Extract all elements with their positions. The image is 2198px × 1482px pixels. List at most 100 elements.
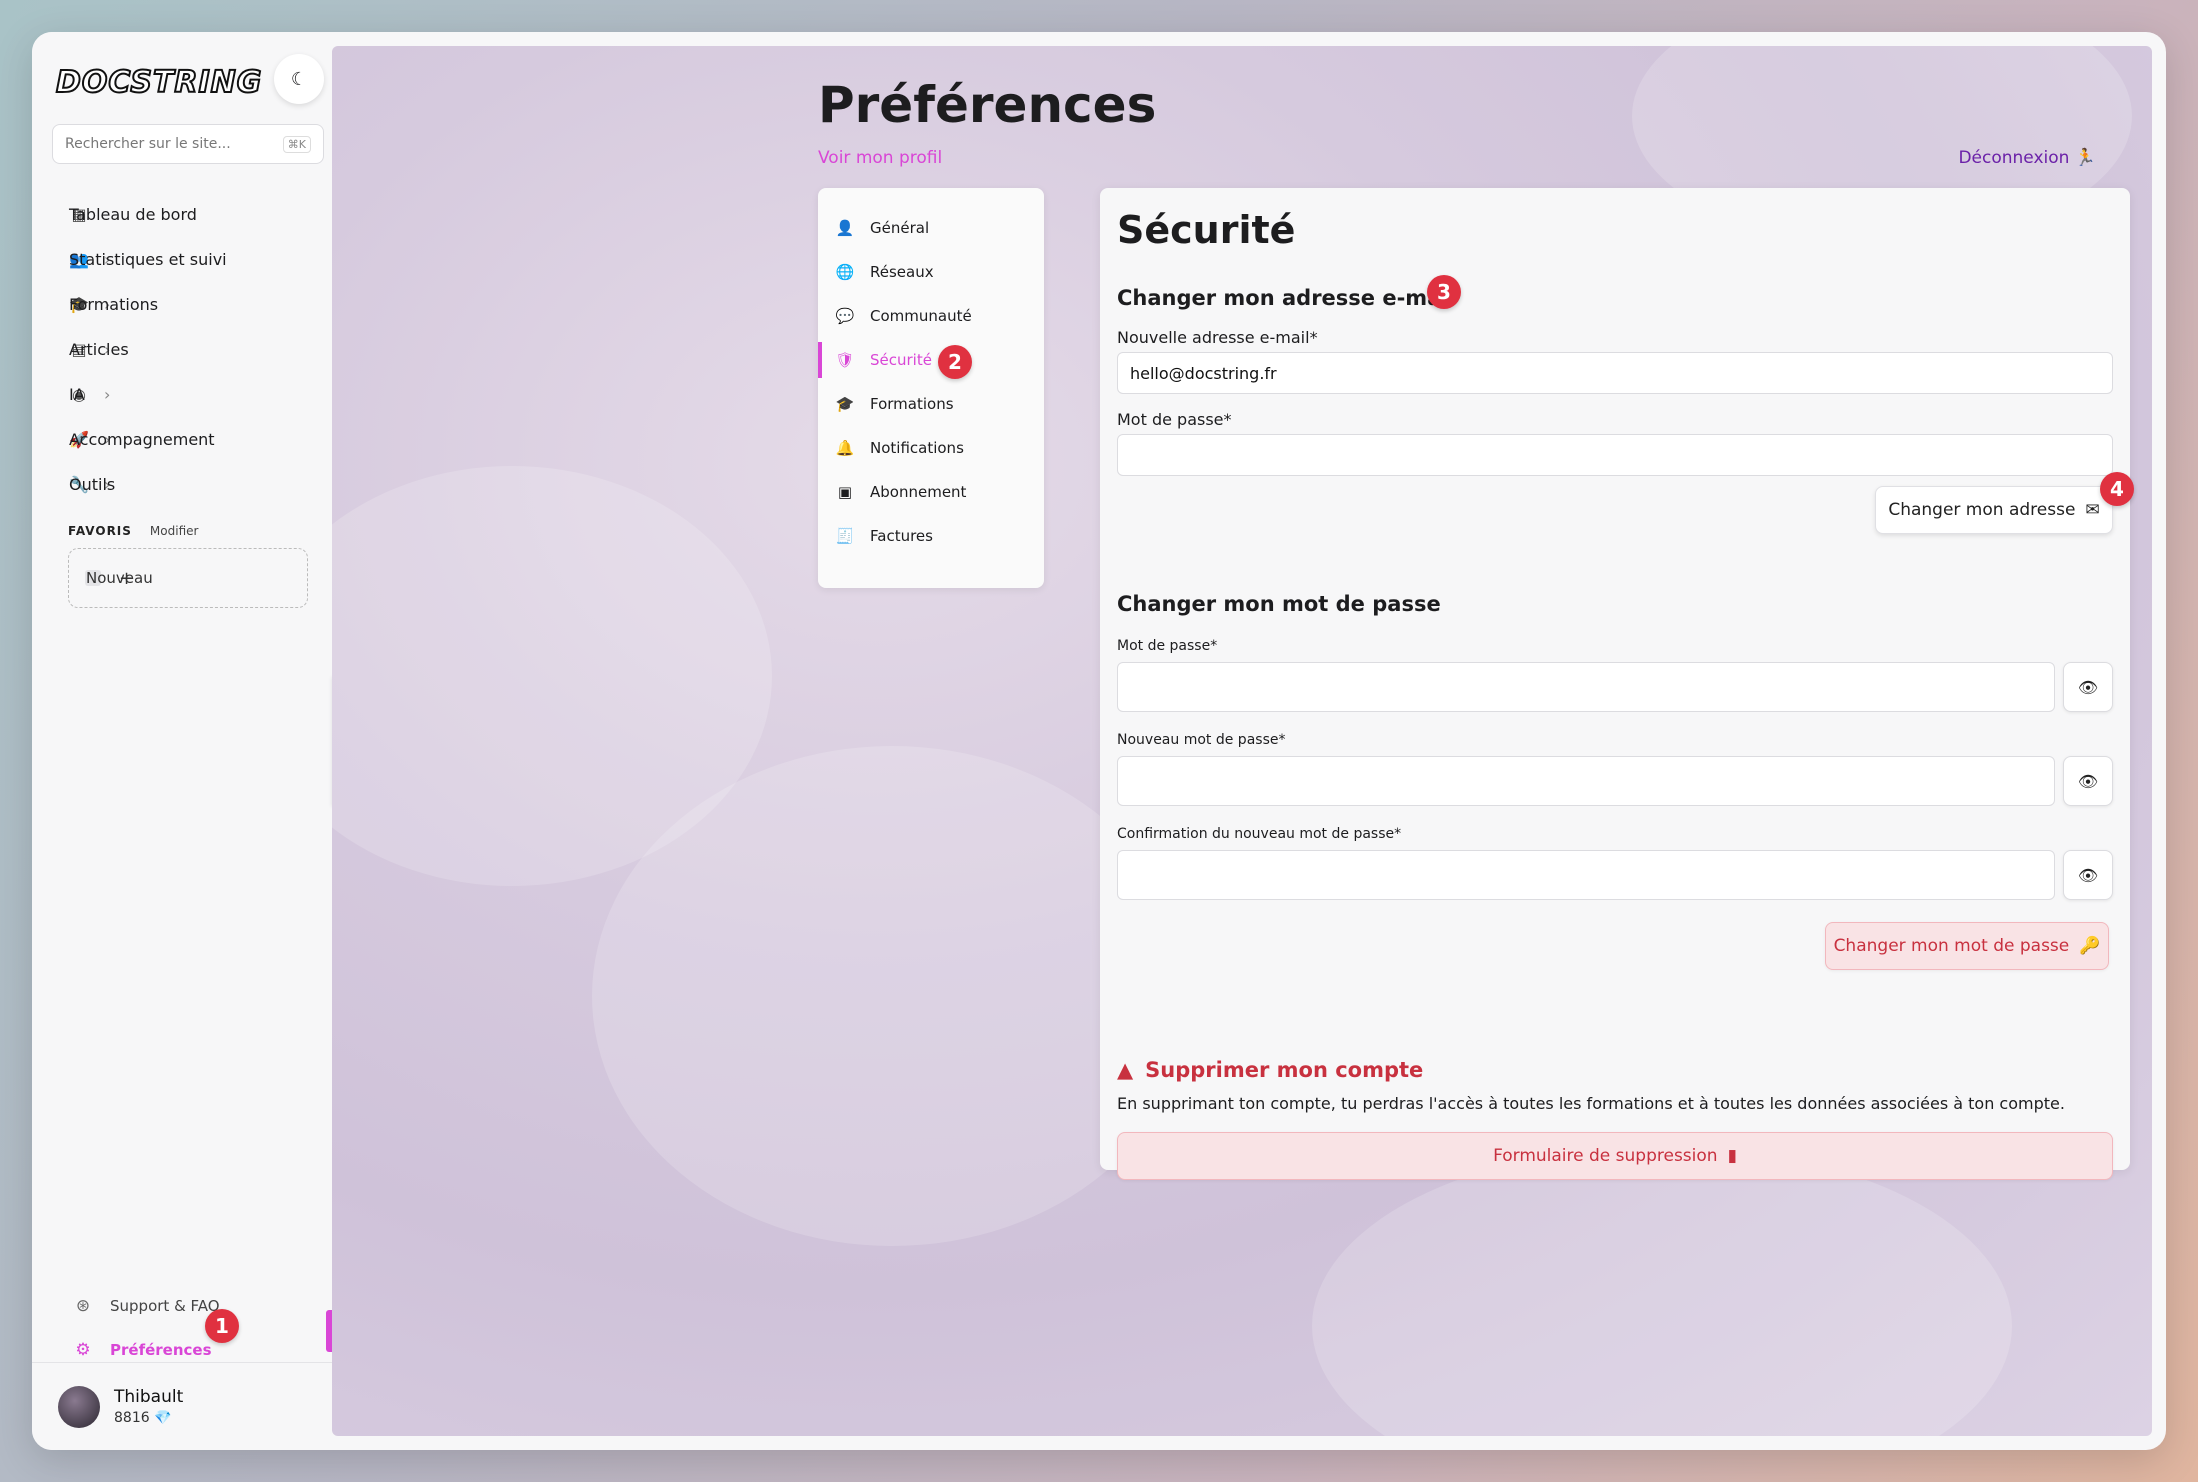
sidebar-item-label: Support & FAQ	[110, 1297, 220, 1315]
change-password-label: Changer mon mot de passe	[1833, 936, 2070, 956]
tab-label: Général	[870, 219, 930, 237]
sidebar-item-stats[interactable]: 👥 Statistiques et suivi ›	[52, 237, 324, 282]
file-delete-icon: ▮	[1727, 1146, 1737, 1166]
annotation-badge-1: 1	[205, 1309, 239, 1343]
current-password-field[interactable]	[1117, 662, 2055, 712]
tab-label: Communauté	[870, 307, 972, 325]
logout-link[interactable]: Déconnexion 🏃	[1958, 148, 2096, 168]
favorites-new-button[interactable]: Nouveau +	[68, 548, 308, 608]
sidebar-item-label: Outils	[69, 475, 116, 494]
gear-icon: ⚙	[75, 1340, 91, 1360]
email-password-field[interactable]	[1117, 434, 2113, 476]
view-profile-link[interactable]: Voir mon profil	[818, 148, 942, 168]
preferences-menu: 👤 Général 🌐 Réseaux 💬 Communauté 🛡 Sécur…	[818, 188, 1044, 588]
background-cloud	[1312, 1146, 2012, 1436]
eye-icon: 👁	[2077, 771, 2099, 791]
new-email-field[interactable]	[1117, 352, 2113, 394]
page-title: Préférences	[818, 76, 1157, 134]
tab-label: Notifications	[870, 439, 964, 457]
sidebar-item-label: IA	[69, 385, 85, 404]
invoice-icon: 🧾	[835, 527, 855, 545]
sidebar-item-label: Tableau de bord	[69, 205, 197, 224]
new-password-label: Nouveau mot de passe*	[1117, 732, 1286, 748]
favorites-header: FAVORIS Modifier	[68, 524, 198, 538]
sidebar-item-articles[interactable]: ▤ Articles ›	[52, 327, 324, 372]
tab-abonnement[interactable]: ▣ Abonnement	[818, 470, 1044, 514]
sidebar-item-dashboard[interactable]: ▦ Tableau de bord	[52, 192, 324, 237]
avatar	[58, 1385, 100, 1428]
shield-icon: 🛡	[835, 351, 855, 369]
tab-general[interactable]: 👤 Général	[818, 206, 1044, 250]
tab-securite[interactable]: 🛡 Sécurité	[818, 338, 1044, 382]
sidebar-item-label: Articles	[69, 340, 129, 359]
toggle-visibility-button[interactable]: 👁	[2063, 662, 2113, 712]
search-input[interactable]	[65, 136, 283, 152]
tab-label: Formations	[870, 395, 954, 413]
gem-icon: 💎	[154, 1410, 172, 1426]
sidebar-nav: ▦ Tableau de bord 👥 Statistiques et suiv…	[52, 192, 324, 507]
sidebar-item-formations[interactable]: 🎓 Formations ›	[52, 282, 324, 327]
tab-factures[interactable]: 🧾 Factures	[818, 514, 1044, 558]
user-points: 8816 💎	[114, 1410, 183, 1426]
envelope-icon: ✉	[2085, 500, 2100, 520]
section-title: Sécurité	[1117, 208, 1296, 252]
tab-notifications[interactable]: 🔔 Notifications	[818, 426, 1044, 470]
sidebar-item-label: Préférences	[110, 1341, 212, 1359]
user-name: Thibault	[114, 1387, 184, 1407]
current-password-label: Mot de passe*	[1117, 638, 1218, 654]
sidebar-item-label: Accompagnement	[69, 430, 215, 449]
search-shortcut: ⌘K	[282, 135, 311, 153]
app-window: DOCSTRING ☾ ⌘K ▦ Tableau de bord 👥 Stati…	[32, 32, 2166, 1450]
eye-icon: 👁	[2077, 677, 2099, 697]
favorites-edit-link[interactable]: Modifier	[150, 524, 199, 538]
new-email-label: Nouvelle adresse e-mail*	[1117, 328, 1318, 347]
key-icon: 🔑	[2079, 936, 2101, 956]
user-points-value: 8816	[114, 1410, 150, 1426]
change-password-button[interactable]: Changer mon mot de passe 🔑	[1825, 922, 2109, 970]
delete-description: En supprimant ton compte, tu perdras l'a…	[1117, 1094, 2065, 1113]
annotation-badge-3: 3	[1427, 275, 1461, 309]
lifebuoy-icon: ⊛	[75, 1296, 91, 1316]
delete-form-button[interactable]: Formulaire de suppression ▮	[1117, 1132, 2113, 1180]
search-box[interactable]: ⌘K	[52, 124, 324, 164]
annotation-badge-2: 2	[938, 345, 972, 379]
confirm-password-field[interactable]	[1117, 850, 2055, 900]
sidebar-item-outils[interactable]: 🔧 Outils ›	[52, 462, 324, 507]
change-email-label: Changer mon adresse	[1888, 500, 2076, 520]
toggle-visibility-button[interactable]: 👁	[2063, 850, 2113, 900]
tab-label: Sécurité	[870, 351, 932, 369]
running-person-icon: 🏃	[2074, 148, 2096, 168]
change-email-button[interactable]: Changer mon adresse ✉	[1875, 486, 2113, 534]
theme-toggle-button[interactable]: ☾	[274, 54, 324, 104]
email-section-heading: Changer mon adresse e-mail	[1117, 286, 1456, 310]
sidebar-item-support[interactable]: ⊛ Support & FAQ	[72, 1284, 332, 1328]
delete-form-label: Formulaire de suppression	[1493, 1146, 1718, 1166]
user-icon: 👤	[835, 219, 855, 237]
logout-label: Déconnexion	[1958, 148, 2070, 168]
delete-section-heading: ▲ Supprimer mon compte	[1117, 1058, 1423, 1082]
sidebar-item-accompagnement[interactable]: 🚀 Accompagnement ›	[52, 417, 324, 462]
sidebar-item-label: Formations	[69, 295, 159, 314]
chat-icon: 💬	[835, 307, 855, 325]
user-profile[interactable]: Thibault 8816 💎	[32, 1362, 332, 1450]
logo[interactable]: DOCSTRING	[55, 60, 262, 104]
password-section-heading: Changer mon mot de passe	[1117, 592, 1441, 616]
security-panel: Sécurité Changer mon adresse e-mail 3 No…	[1100, 188, 2134, 1180]
moon-icon: ☾	[290, 68, 308, 90]
annotation-badge-4: 4	[2100, 472, 2134, 506]
tab-reseaux[interactable]: 🌐 Réseaux	[818, 250, 1044, 294]
main-content: Préférences Voir mon profil Déconnexion …	[332, 46, 2152, 1436]
tab-label: Abonnement	[870, 483, 967, 501]
new-password-field[interactable]	[1117, 756, 2055, 806]
sidebar: DOCSTRING ☾ ⌘K ▦ Tableau de bord 👥 Stati…	[32, 32, 332, 1450]
confirm-password-label: Confirmation du nouveau mot de passe*	[1117, 826, 1402, 842]
tab-communaute[interactable]: 💬 Communauté	[818, 294, 1044, 338]
tab-formations[interactable]: 🎓 Formations	[818, 382, 1044, 426]
sidebar-item-label: Statistiques et suivi	[69, 250, 227, 269]
subscription-icon: ▣	[837, 483, 853, 501]
sidebar-item-ia[interactable]: ◉ IA ›	[52, 372, 324, 417]
toggle-visibility-button[interactable]: 👁	[2063, 756, 2113, 806]
globe-icon: 🌐	[835, 263, 855, 281]
chevron-right-icon: ›	[104, 385, 111, 404]
warning-icon: ▲	[1117, 1058, 1134, 1082]
